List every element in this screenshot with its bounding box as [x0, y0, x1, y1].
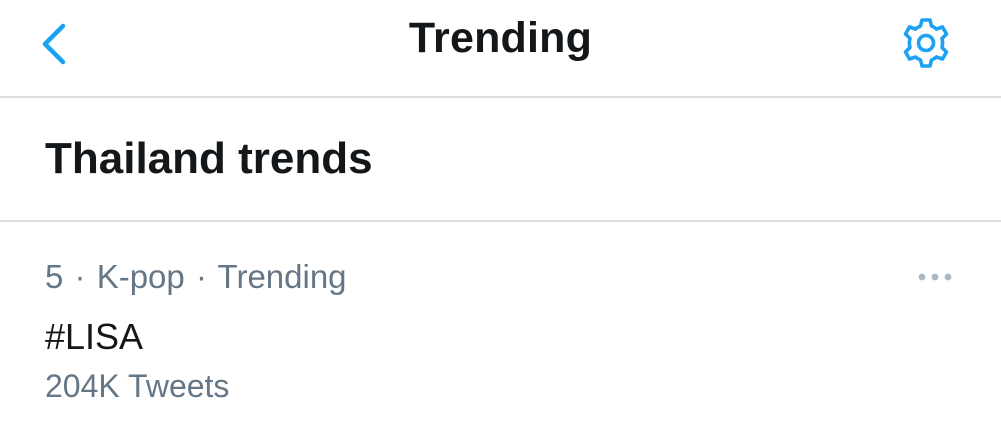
separator-dot: · — [195, 258, 207, 295]
settings-button[interactable] — [893, 12, 959, 74]
trend-list-item[interactable]: 5 · K-pop · Trending #LISA 204K Tweets — [0, 222, 1001, 443]
trend-status: Trending — [217, 258, 347, 295]
trend-category: K-pop — [96, 258, 185, 295]
separator-dot: · — [74, 258, 86, 295]
top-navigation-bar: Trending — [0, 0, 1001, 98]
more-options-button[interactable] — [905, 262, 965, 292]
trend-rank: 5 — [45, 258, 64, 295]
back-button[interactable] — [28, 16, 78, 72]
section-title: Thailand trends — [45, 134, 373, 183]
section-header: Thailand trends — [0, 98, 1001, 222]
trend-context: 5 · K-pop · Trending — [45, 258, 347, 296]
tweet-count: 204K Tweets — [45, 368, 230, 404]
trend-name[interactable]: #LISA — [45, 316, 143, 358]
trending-screen: Trending Thailand trends 5 · K-pop · Tre… — [0, 0, 1001, 443]
page-title: Trending — [408, 14, 593, 62]
chevron-left-icon — [42, 23, 66, 65]
more-horizontal-icon — [918, 273, 952, 281]
gear-icon — [903, 18, 949, 68]
